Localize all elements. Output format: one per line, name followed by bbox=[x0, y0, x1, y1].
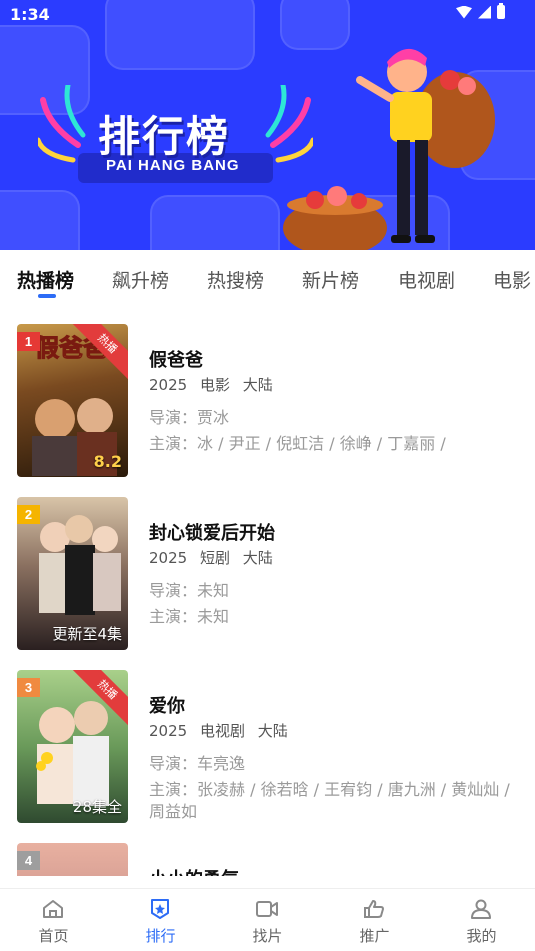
rank-badge: 1 bbox=[17, 332, 40, 351]
tab-rising[interactable]: 飙升榜 bbox=[112, 266, 169, 293]
item-region: 大陆 bbox=[242, 549, 273, 567]
home-icon bbox=[43, 900, 63, 918]
tab-hot-search[interactable]: 热搜榜 bbox=[207, 266, 264, 293]
item-region: 大陆 bbox=[257, 722, 288, 740]
video-icon bbox=[256, 901, 278, 917]
ranking-icon bbox=[151, 899, 169, 919]
tab-new-release[interactable]: 新片榜 bbox=[302, 266, 359, 293]
active-tab-indicator bbox=[38, 294, 56, 298]
item-type: 电影 bbox=[199, 376, 230, 394]
item-year: 2025 bbox=[149, 722, 188, 740]
nav-home[interactable]: 首页 bbox=[0, 889, 107, 951]
item-title[interactable]: 小小的勇气 bbox=[149, 865, 239, 876]
nav-mine[interactable]: 我的 bbox=[428, 889, 535, 951]
battery-icon bbox=[497, 3, 505, 19]
item-meta: 2025 电视剧 大陆 bbox=[149, 720, 296, 741]
list-item[interactable]: 假爸爸 1 热播 8.2 假爸爸 2025 电影 大陆 导演：贾冰 主演：冰 /… bbox=[0, 308, 535, 477]
wifi-icon bbox=[456, 5, 472, 19]
tab-hot-play[interactable]: 热播榜 bbox=[17, 266, 74, 293]
ranking-logo: 排行榜 PAI HANG BANG bbox=[38, 85, 313, 195]
nav-promote[interactable]: 推广 bbox=[321, 889, 428, 951]
cellular-signal-icon bbox=[478, 5, 491, 19]
poster-image[interactable]: 2 更新至4集 bbox=[17, 497, 128, 650]
ranking-tabs: 热播榜 飙升榜 热搜榜 新片榜 电视剧 电影 bbox=[0, 250, 535, 308]
thumbs-up-icon bbox=[364, 900, 384, 918]
bg-card-decoration bbox=[0, 190, 80, 250]
banner-subtitle: PAI HANG BANG bbox=[106, 157, 240, 174]
item-meta: 2025 电影 大陆 bbox=[149, 374, 281, 395]
nav-home-label: 首页 bbox=[38, 927, 69, 945]
nav-mine-label: 我的 bbox=[466, 927, 497, 945]
user-icon bbox=[471, 899, 491, 919]
poster-image[interactable]: 3 热播 28集全 bbox=[17, 670, 128, 823]
nav-ranking-label: 排行 bbox=[145, 927, 176, 945]
nav-find-label: 找片 bbox=[252, 927, 283, 945]
bg-card-decoration bbox=[150, 195, 280, 250]
list-item[interactable]: 4 小小的勇气 bbox=[0, 827, 535, 876]
status-bar: 1:34 bbox=[0, 0, 535, 30]
rank-badge: 2 bbox=[17, 505, 40, 524]
item-cast: 主演：未知 bbox=[149, 607, 230, 626]
item-title[interactable]: 封心锁爱后开始 bbox=[149, 519, 275, 545]
nav-ranking[interactable]: 排行 bbox=[107, 889, 214, 951]
banner-title: 排行榜 bbox=[98, 112, 231, 161]
status-time: 1:34 bbox=[10, 5, 50, 24]
item-cast: 主演：冰 / 尹正 / 倪虹洁 / 徐峥 / 丁嘉丽 / bbox=[149, 434, 446, 453]
bottom-navigation: 首页 排行 找片 推广 我的 bbox=[0, 888, 535, 951]
tab-tv-series[interactable]: 电视剧 bbox=[398, 266, 455, 293]
item-director: 导演：贾冰 bbox=[149, 408, 230, 427]
item-title[interactable]: 假爸爸 bbox=[149, 346, 203, 372]
list-item[interactable]: 2 更新至4集 封心锁爱后开始 2025 短剧 大陆 导演：未知 主演：未知 bbox=[0, 481, 535, 650]
item-year: 2025 bbox=[149, 549, 188, 567]
rank-badge: 3 bbox=[17, 678, 40, 697]
nav-promote-label: 推广 bbox=[359, 927, 390, 945]
item-type: 电视剧 bbox=[199, 722, 245, 740]
tab-movie[interactable]: 电影 bbox=[493, 266, 531, 293]
item-director: 导演：车亮逸 bbox=[149, 754, 246, 773]
ranking-banner: 1:34 排行榜 PAI HANG BANG bbox=[0, 0, 535, 250]
item-title[interactable]: 爱你 bbox=[149, 692, 185, 718]
ranking-list: 假爸爸 1 热播 8.2 假爸爸 2025 电影 大陆 导演：贾冰 主演：冰 /… bbox=[0, 308, 535, 876]
poster-image[interactable]: 假爸爸 1 热播 8.2 bbox=[17, 324, 128, 477]
item-director: 导演：未知 bbox=[149, 581, 230, 600]
item-meta: 2025 短剧 大陆 bbox=[149, 547, 281, 568]
item-cast: 主演：张凌赫 / 徐若晗 / 王宥钧 / 唐九洲 / 黄灿灿 / 周益如 bbox=[149, 780, 510, 821]
nav-find[interactable]: 找片 bbox=[214, 889, 321, 951]
status-icons bbox=[456, 3, 505, 19]
item-type: 短剧 bbox=[199, 549, 230, 567]
poster-image[interactable]: 4 bbox=[17, 843, 128, 876]
poster-caption: 28集全 bbox=[72, 798, 122, 816]
rank-badge: 4 bbox=[17, 851, 40, 870]
poster-caption: 8.2 bbox=[93, 452, 122, 471]
list-item[interactable]: 3 热播 28集全 爱你 2025 电视剧 大陆 导演：车亮逸 主演：张凌赫 /… bbox=[0, 654, 535, 823]
item-region: 大陆 bbox=[242, 376, 273, 394]
banner-illustration bbox=[283, 48, 495, 250]
item-year: 2025 bbox=[149, 376, 188, 394]
poster-caption: 更新至4集 bbox=[52, 625, 122, 643]
